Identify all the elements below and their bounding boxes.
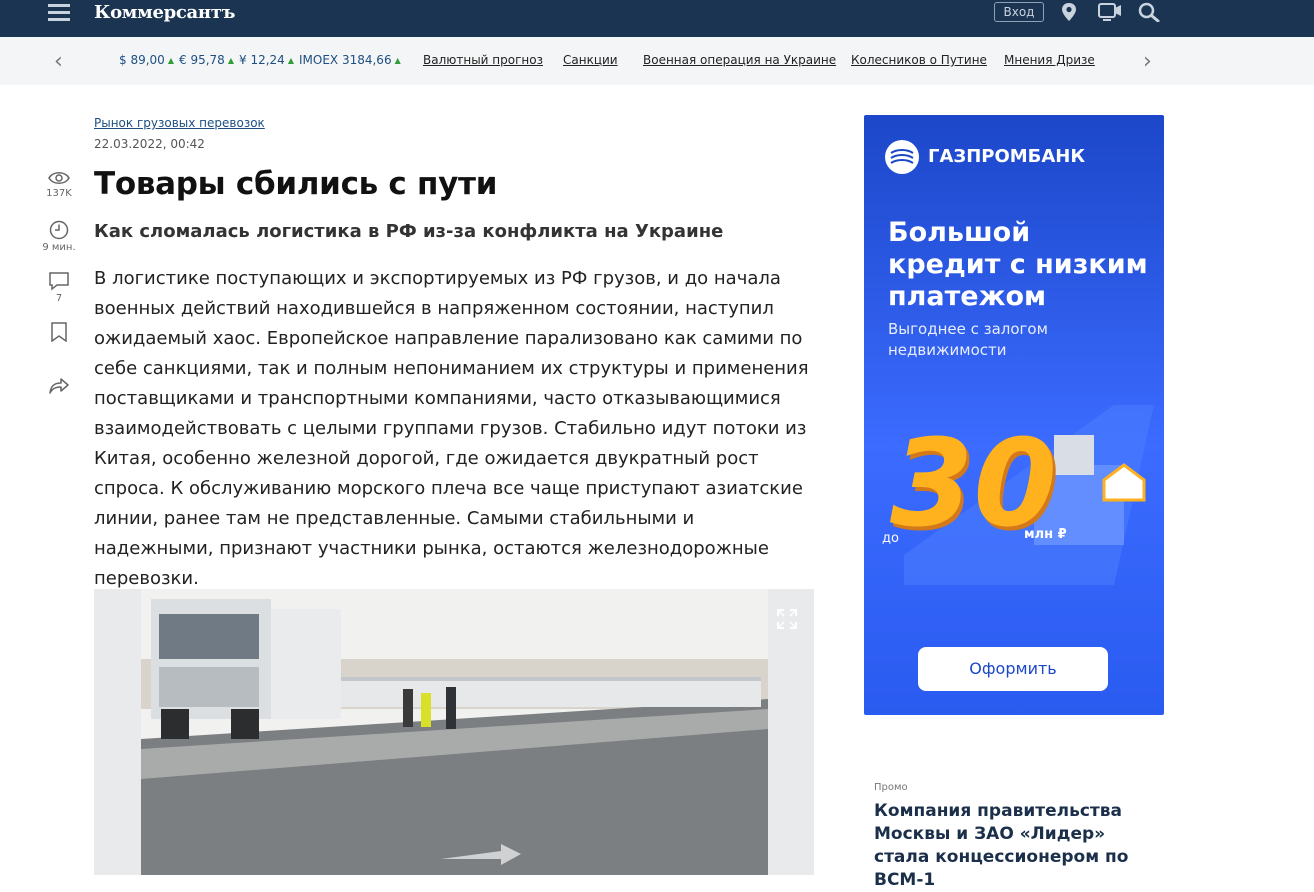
views-value: 137K — [46, 188, 72, 199]
fullscreen-icon[interactable] — [776, 608, 798, 630]
ticker-link-currency-forecast[interactable]: Валютный прогноз — [423, 53, 543, 67]
comments-count: 7 — [55, 293, 63, 304]
ticker-link-sanctions[interactable]: Санкции — [563, 53, 618, 67]
menu-icon[interactable] — [48, 4, 70, 22]
article-photo[interactable] — [141, 589, 768, 875]
ad-unit: млн ₽ — [1024, 527, 1067, 542]
read-time-value: 9 мин. — [42, 242, 76, 253]
bank-logo-icon — [885, 140, 919, 174]
promo-title-link[interactable]: Компания правительства Москвы и ЗАО «Лид… — [874, 800, 1144, 892]
article-subtitle: Как сломалась логистика в РФ из-за конфл… — [94, 221, 724, 242]
bookmark-icon — [51, 322, 67, 342]
eye-icon — [48, 172, 70, 184]
top-navigation-bar: Коммерсантъ Вход — [0, 0, 1314, 37]
article-lead: В логистике поступающих и экспортируемых… — [94, 268, 809, 589]
share-icon — [49, 378, 69, 394]
article-rubric-link[interactable]: Рынок грузовых перевозок — [94, 116, 265, 130]
promo-label: Промо — [874, 782, 908, 793]
rate-eur-value: € 95,78 — [179, 53, 225, 67]
ad-headline: Большой кредит с низким платежом — [888, 217, 1148, 312]
rate-eur[interactable]: € 95,78 ▲ — [179, 53, 234, 67]
rate-imoex-value: IMOEX 3184,66 — [299, 53, 392, 67]
rate-cny-value: ¥ 12,24 — [239, 53, 285, 67]
rate-imoex[interactable]: IMOEX 3184,66 ▲ — [299, 53, 401, 67]
ad-subline: Выгоднее с залогом недвижимости — [888, 320, 1048, 359]
location-icon[interactable] — [1060, 2, 1078, 26]
trucks-photo-illustration — [141, 589, 768, 875]
login-button[interactable]: Вход — [994, 2, 1044, 22]
bookmark-button[interactable] — [38, 322, 80, 344]
ticker-link-drize[interactable]: Мнения Дризе — [1004, 53, 1095, 67]
share-button[interactable] — [38, 376, 80, 398]
search-icon[interactable] — [1138, 2, 1160, 26]
ad-banner[interactable]: ГАЗПРОМБАНК Большой кредит с низким плат… — [864, 115, 1164, 715]
trend-up-icon: ▲ — [394, 56, 401, 65]
site-logo[interactable]: Коммерсантъ — [94, 2, 235, 23]
article-title: Товары сбились с пути — [94, 166, 498, 202]
ad-apply-button[interactable]: Оформить — [918, 647, 1108, 691]
article-photo-container — [94, 589, 814, 875]
views-counter: 137K — [38, 170, 80, 199]
trend-up-icon: ▲ — [167, 56, 174, 65]
ad-prefix: до — [882, 531, 899, 546]
comment-icon — [49, 272, 69, 291]
rate-cny[interactable]: ¥ 12,24 ▲ — [239, 53, 294, 67]
clock-icon — [49, 220, 69, 240]
ad-brand: ГАЗПРОМБАНК — [928, 146, 1086, 167]
read-time: 9 мин. — [38, 220, 80, 253]
ticker-link-kolesnikov[interactable]: Колесников о Путине — [851, 53, 987, 67]
ticker-prev-icon[interactable]: ‹ — [54, 49, 63, 74]
article-date: 22.03.2022, 00:42 — [94, 137, 205, 151]
comments-button[interactable]: 7 — [38, 271, 80, 304]
trend-up-icon: ▲ — [227, 56, 234, 65]
rate-usd[interactable]: $ 89,00 ▲ — [119, 53, 174, 67]
trend-up-icon: ▲ — [287, 56, 294, 65]
rate-usd-value: $ 89,00 — [119, 53, 165, 67]
ticker-next-icon[interactable]: › — [1143, 49, 1152, 74]
ticker-bar: ‹ $ 89,00 ▲ € 95,78 ▲ ¥ 12,24 ▲ IMOEX 3184,… — [0, 37, 1314, 85]
ticker-link-military-operation[interactable]: Военная операция на Украине — [643, 53, 836, 67]
tv-icon[interactable] — [1098, 2, 1122, 26]
